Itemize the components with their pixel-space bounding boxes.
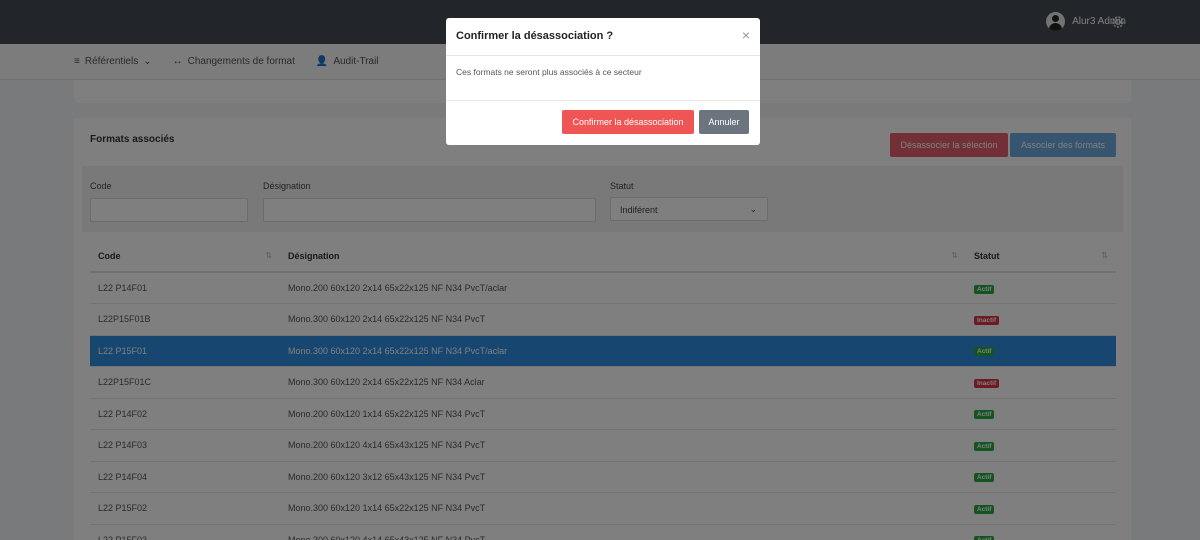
close-icon[interactable]: × [742,28,750,42]
confirm-dissociation-button[interactable]: Confirmer la désassociation [562,110,694,134]
confirm-dialog: Confirmer la désassociation ? × Ces form… [446,18,760,145]
dialog-title: Confirmer la désassociation ? [456,30,614,42]
dialog-message: Ces formats ne seront plus associés à ce… [456,67,642,77]
dialog-divider [446,100,760,101]
dialog-divider [446,55,760,56]
cancel-button[interactable]: Annuler [699,110,749,134]
